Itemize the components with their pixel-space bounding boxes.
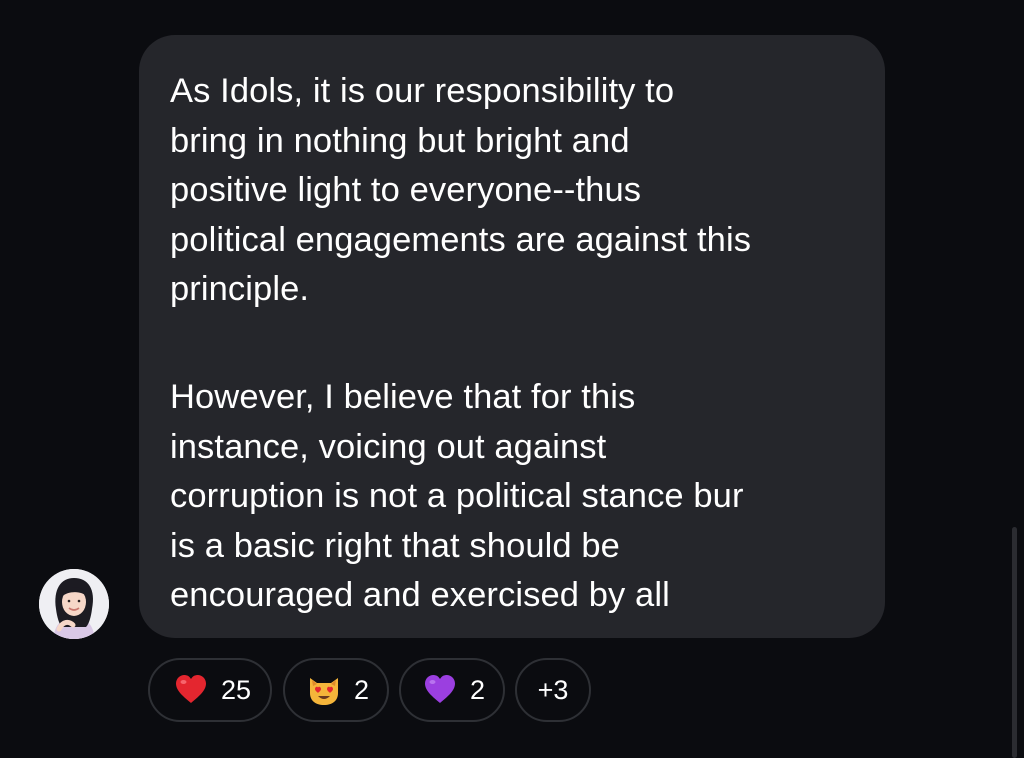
message-paragraph-2: However, I believe that for this instanc… — [170, 377, 744, 615]
reaction-chip-cat-heart-eyes[interactable]: 2 — [283, 658, 389, 722]
message-paragraph-1: As Idols, it is our responsibility to br… — [170, 72, 752, 309]
reaction-chip-red-heart[interactable]: 25 — [148, 658, 272, 722]
red-heart-icon — [174, 673, 208, 707]
reaction-count: 2 — [354, 674, 370, 705]
reaction-count: 2 — [470, 674, 486, 705]
message-bubble[interactable]: As Idols, it is our responsibility to br… — [139, 35, 885, 638]
chat-screen: As Idols, it is our responsibility to br… — [0, 0, 1024, 758]
purple-heart-icon — [423, 673, 457, 707]
reaction-chip-purple-heart[interactable]: 2 — [399, 658, 505, 722]
more-reactions-button[interactable]: +3 — [515, 658, 591, 722]
more-reactions-label: +3 — [537, 674, 569, 705]
scrollbar[interactable] — [1012, 527, 1017, 758]
reaction-count: 25 — [221, 674, 252, 705]
sender-avatar[interactable] — [39, 569, 109, 639]
smiling-cat-heart-eyes-icon — [307, 673, 341, 707]
avatar-photo — [39, 569, 109, 639]
